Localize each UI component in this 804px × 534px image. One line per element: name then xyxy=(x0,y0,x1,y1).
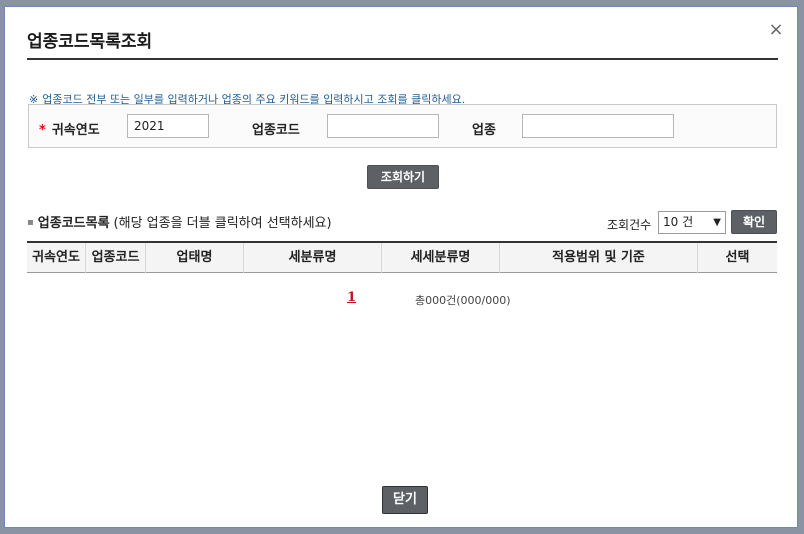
col-detail-subclass: 세세분류명 xyxy=(381,243,499,273)
search-button[interactable]: 조회하기 xyxy=(367,165,439,189)
col-code: 업종코드 xyxy=(85,243,145,273)
industry-label: 업종 xyxy=(472,123,496,138)
year-label-text: 귀속연도 xyxy=(51,123,100,138)
modal-title: 업종코드목록조회 xyxy=(27,32,153,52)
chevron-down-icon: ▼ xyxy=(713,217,721,228)
col-select: 선택 xyxy=(697,243,777,273)
bullet-icon: ▪ xyxy=(27,217,34,228)
total-count: 총000건(000/000) xyxy=(415,294,511,307)
col-scope-criteria: 적용범위 및 기준 xyxy=(499,243,697,273)
code-label: 업종코드 xyxy=(252,123,300,138)
required-mark: * xyxy=(39,123,46,138)
year-input[interactable]: 2021 xyxy=(127,114,209,138)
per-page-label: 조회건수 xyxy=(607,218,652,232)
confirm-button[interactable]: 확인 xyxy=(731,210,777,234)
industry-input[interactable] xyxy=(522,114,674,138)
page-link-current[interactable]: 1 xyxy=(347,290,356,305)
title-divider xyxy=(27,58,778,60)
col-subclass: 세분류명 xyxy=(243,243,381,273)
per-page-select[interactable]: 10 건 ▼ xyxy=(658,211,726,234)
industry-code-lookup-modal: 업종코드목록조회 × ※ 업종코드 전부 또는 일부를 입력하거나 업종의 주요 … xyxy=(4,6,798,528)
close-button[interactable]: 닫기 xyxy=(382,486,428,514)
list-hint: (해당 업종을 더블 클릭하여 선택하세요) xyxy=(113,216,332,231)
code-input[interactable] xyxy=(327,114,439,138)
list-title: ▪ 업종코드목록 (해당 업종을 더블 클릭하여 선택하세요) xyxy=(27,212,332,231)
per-page-value: 10 건 xyxy=(663,215,694,229)
table-header: 귀속연도 업종코드 업태명 세분류명 세세분류명 적용범위 및 기준 선택 xyxy=(27,241,777,273)
close-icon[interactable]: × xyxy=(767,21,785,39)
col-business-type: 업태명 xyxy=(145,243,243,273)
list-title-text: 업종코드목록 xyxy=(37,216,110,231)
search-panel: * 귀속연도 2021 업종코드 업종 xyxy=(28,104,777,148)
year-label: * 귀속연도 xyxy=(39,119,100,138)
col-year: 귀속연도 xyxy=(32,250,80,265)
